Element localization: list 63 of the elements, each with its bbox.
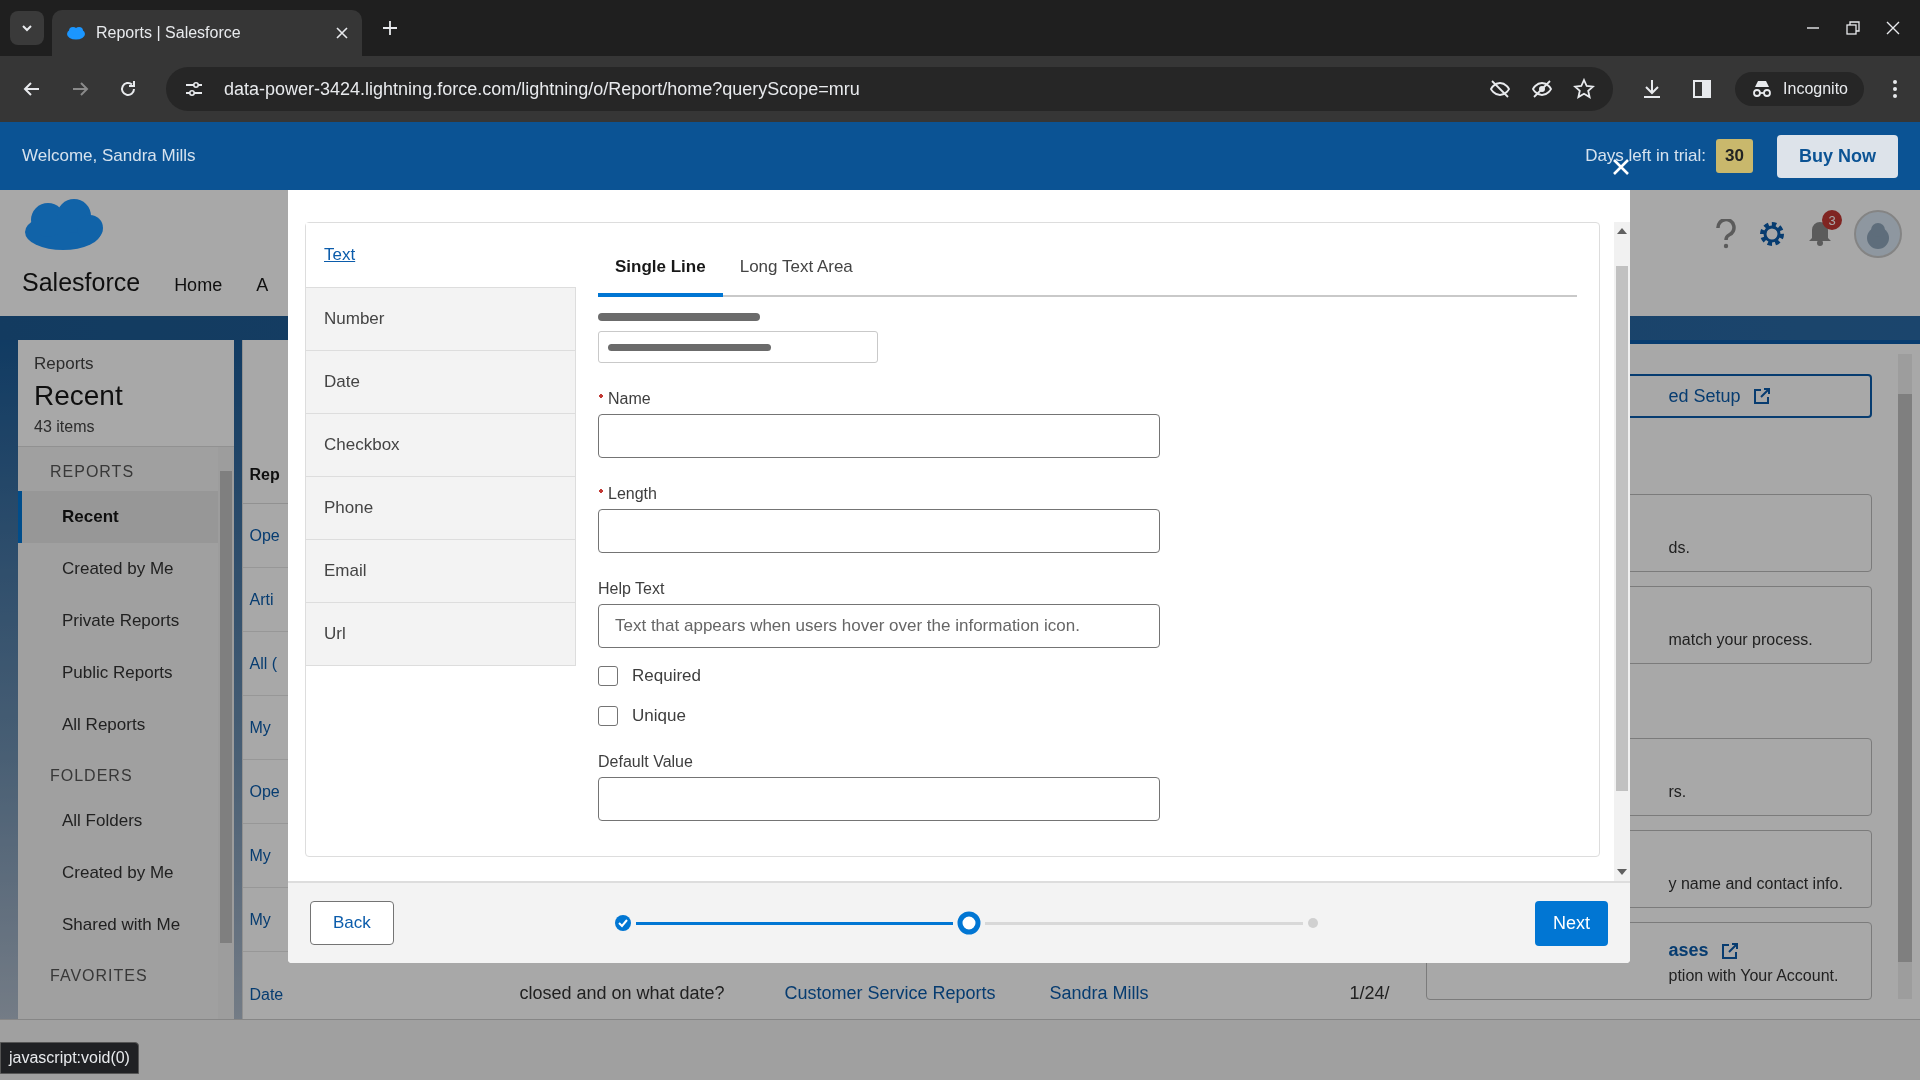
report-link[interactable]: Date (249, 986, 520, 1004)
checkbox-label[interactable]: Unique (632, 706, 686, 726)
notification-badge: 3 (1822, 210, 1842, 230)
folder-link[interactable]: Customer Service Reports (784, 983, 1050, 1004)
field-type-option[interactable]: Email (306, 540, 576, 603)
field-label: Length (598, 485, 657, 503)
welcome-text: Welcome, Sandra Mills (22, 146, 196, 166)
item-count: 43 items (34, 418, 96, 436)
field-label: Default Value (598, 753, 693, 771)
report-link[interactable]: Ope (249, 526, 280, 545)
sidebar-item[interactable]: Public Reports (18, 647, 219, 699)
status-url: javascript:void(0) (0, 1042, 139, 1074)
section-heading: REPORTS (49, 462, 136, 482)
sidebar-item[interactable]: All Folders (18, 795, 219, 847)
field-label: Help Text (598, 580, 665, 598)
app-name: Salesforce (22, 268, 141, 297)
table-cell-text: closed and on what date? (519, 983, 726, 1004)
sidebar-item[interactable]: Private Reports (18, 595, 219, 647)
sidebar-item[interactable]: Created by Me (18, 543, 219, 595)
checkbox-label[interactable]: Required (632, 666, 701, 686)
days-count: 30 (1716, 139, 1753, 173)
browser-tab[interactable]: Reports | Salesforce (52, 10, 362, 56)
buy-now-button[interactable]: Buy Now (1777, 134, 1898, 178)
nav-tab[interactable]: A (256, 275, 269, 296)
report-link[interactable]: My (249, 846, 271, 865)
card-link[interactable]: ases (1668, 940, 1871, 961)
back-button[interactable]: Back (310, 901, 394, 945)
section-heading: FOLDERS (49, 766, 134, 786)
address-bar[interactable]: data-power-3424.lightning.force.com/lightning/o/Report/home?queryScope=mru (166, 67, 1614, 111)
page-title: Recent (34, 380, 124, 412)
field-type-option[interactable]: Url (306, 603, 576, 666)
tab[interactable]: Long Text Area (722, 257, 870, 297)
nav-tab[interactable]: Home (174, 275, 223, 296)
report-link[interactable]: Ope (249, 782, 280, 801)
owner-link[interactable]: Sandra Mills (1049, 983, 1350, 1004)
sidebar-item[interactable]: All Reports (18, 699, 219, 751)
sidebar-item[interactable]: Recent (18, 491, 219, 543)
report-link[interactable]: My (249, 718, 271, 737)
report-link[interactable]: All ( (249, 654, 278, 673)
field-type-option[interactable]: Text (306, 223, 576, 288)
card-text: ds. (1668, 539, 1691, 557)
tab[interactable]: Single Line (598, 257, 723, 297)
breadcrumb: Reports (34, 354, 95, 374)
report-link[interactable]: My (249, 910, 271, 929)
table-cell: 1/24/ (1349, 983, 1390, 1004)
field-label: Name (598, 390, 651, 408)
field-type-option[interactable]: Date (306, 351, 576, 414)
report-link[interactable]: Arti (249, 590, 274, 609)
field-type-option[interactable]: Phone (306, 477, 576, 540)
trial-label: Days left in trial: (1585, 146, 1707, 166)
section-heading: FAVORITES (49, 966, 149, 986)
card-text: rs. (1668, 783, 1688, 801)
card-text: y name and contact info. (1668, 875, 1844, 893)
field-type-option[interactable]: Number (306, 288, 576, 351)
input-field[interactable]: Text that appears when users hover over the information icon. (598, 604, 1160, 648)
card-text: match your process. (1668, 631, 1814, 649)
field-type-option[interactable]: Checkbox (306, 414, 576, 477)
tab-title: Reports | Salesforce (96, 24, 242, 42)
sidebar-item[interactable]: Shared with Me (18, 899, 219, 951)
incognito-button[interactable]: Incognito (1735, 72, 1864, 106)
card-text: ption with Your Account. (1668, 967, 1840, 985)
sidebar-item[interactable]: Created by Me (18, 847, 219, 899)
next-button[interactable]: Next (1535, 900, 1608, 946)
